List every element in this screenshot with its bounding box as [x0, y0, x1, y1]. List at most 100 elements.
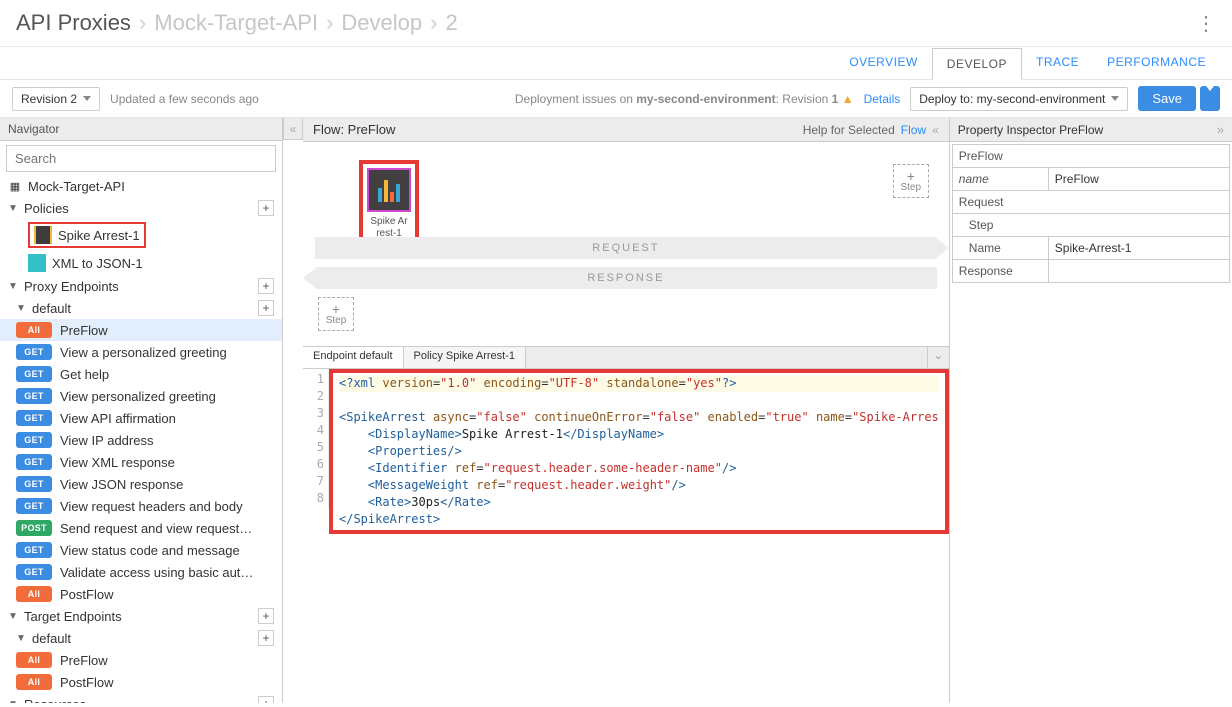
verb-badge: All	[16, 674, 52, 690]
flow-label: View status code and message	[60, 543, 240, 558]
add-policy-button[interactable]: +	[258, 200, 274, 216]
response-lane: RESPONSE	[315, 267, 937, 289]
warning-icon: ▲	[842, 92, 854, 106]
breadcrumb-section[interactable]: Develop	[341, 10, 422, 36]
code-tabs: Endpoint default Policy Spike Arrest-1 ⌄	[303, 347, 949, 369]
verb-badge: All	[16, 586, 52, 602]
verb-badge: GET	[16, 344, 52, 360]
verb-badge: GET	[16, 564, 52, 580]
flow-label: View personalized greeting	[60, 389, 216, 404]
top-bar: API Proxies › Mock-Target-API › Develop …	[0, 0, 1232, 47]
tab-performance[interactable]: PERFORMANCE	[1093, 47, 1220, 79]
flow-label: Send request and view request…	[60, 521, 252, 536]
verb-badge: GET	[16, 542, 52, 558]
add-target-flow-button[interactable]: +	[258, 630, 274, 646]
save-menu-button[interactable]	[1200, 86, 1220, 111]
verb-badge: POST	[16, 520, 52, 536]
flow-label: Validate access using basic aut…	[60, 565, 253, 580]
breadcrumb-proxy[interactable]: Mock-Target-API	[154, 10, 318, 36]
add-step-response[interactable]: +Step	[318, 297, 354, 331]
add-proxy-ep-button[interactable]: +	[258, 278, 274, 294]
spike-arrest-icon	[34, 226, 52, 244]
code-editor[interactable]: 12345678 <?xml version="1.0" encoding="U…	[303, 369, 949, 703]
navigator-search	[6, 145, 276, 172]
pi-step-name-value[interactable]: Spike-Arrest-1	[1049, 237, 1229, 259]
flow-item[interactable]: GET View a personalized greeting	[0, 341, 282, 363]
details-link[interactable]: Details	[864, 92, 901, 106]
navigator-header: Navigator	[0, 118, 282, 141]
save-button[interactable]: Save	[1138, 86, 1196, 111]
flow-label: PreFlow	[60, 653, 108, 668]
flow-item[interactable]: GETView JSON response	[0, 473, 282, 495]
property-inspector: Property Inspector PreFlow » PreFlow nam…	[950, 118, 1232, 703]
flow-item[interactable]: GET View IP address	[0, 429, 282, 451]
pi-name-value[interactable]: PreFlow	[1049, 168, 1229, 190]
verb-badge: GET	[16, 366, 52, 382]
action-row: Revision 2 Updated a few seconds ago Dep…	[0, 80, 1232, 118]
canvas-policy-spike[interactable]: Spike Ar rest-1	[359, 160, 419, 248]
add-step-request[interactable]: +Step	[893, 164, 929, 198]
verb-badge: GET	[16, 388, 52, 404]
policy-spike-arrest[interactable]: Spike Arrest-1	[0, 219, 282, 251]
code-more-icon[interactable]: ⌄	[927, 347, 949, 368]
tree-default[interactable]: ▼default +	[0, 297, 282, 319]
tree-target-endpoints[interactable]: ▼Target Endpoints +	[0, 605, 282, 627]
flow-item[interactable]: GET View request headers and body	[0, 495, 282, 517]
flow-label: PostFlow	[60, 675, 113, 690]
add-target-ep-button[interactable]: +	[258, 608, 274, 624]
flow-item[interactable]: GETView API affirmation	[0, 407, 282, 429]
tab-overview[interactable]: OVERVIEW	[835, 47, 931, 79]
revision-select[interactable]: Revision 2	[12, 87, 100, 111]
deploy-target-select[interactable]: Deploy to: my-second-environment	[910, 87, 1128, 111]
flow-label: View request headers and body	[60, 499, 243, 514]
flow-item[interactable]: All PostFlow	[0, 583, 282, 605]
flow-help-link[interactable]: Flow	[901, 123, 926, 137]
collapse-flow-icon[interactable]: «	[932, 123, 939, 137]
breadcrumb-root[interactable]: API Proxies	[16, 10, 131, 36]
tree-proxy-endpoints[interactable]: ▼Proxy Endpoints +	[0, 275, 282, 297]
verb-badge: GET	[16, 432, 52, 448]
navigator-panel: Navigator ▦ Mock-Target-API ▼Policies + …	[0, 118, 283, 703]
flow-label: View a personalized greeting	[60, 345, 227, 360]
flow-label: Get help	[60, 367, 109, 382]
tab-trace[interactable]: TRACE	[1022, 47, 1093, 79]
code-tab-endpoint[interactable]: Endpoint default	[303, 347, 404, 368]
flow-item[interactable]: GET View XML response	[0, 451, 282, 473]
flow-item[interactable]: All PostFlow	[0, 671, 282, 693]
flow-label: PreFlow	[60, 323, 108, 338]
flow-canvas[interactable]: Spike Ar rest-1 +Step REQUEST RESPONSE +…	[303, 142, 949, 347]
tree-target-default[interactable]: ▼default +	[0, 627, 282, 649]
flow-item[interactable]: POST Send request and view request…	[0, 517, 282, 539]
more-menu-icon[interactable]: ⋮	[1196, 11, 1216, 36]
expand-inspector-icon[interactable]: »	[1217, 122, 1224, 137]
flow-label: View XML response	[60, 455, 175, 470]
tab-develop[interactable]: DEVELOP	[932, 48, 1022, 80]
flow-item[interactable]: GET View personalized greeting	[0, 385, 282, 407]
breadcrumb-rev: 2	[445, 10, 457, 36]
verb-badge: GET	[16, 410, 52, 426]
verb-badge: GET	[16, 454, 52, 470]
add-resource-button[interactable]: +	[258, 696, 274, 703]
deploy-issues: Deployment issues on my-second-environme…	[515, 92, 854, 106]
tree-resources[interactable]: ▼Resources +	[0, 693, 282, 703]
flow-item[interactable]: AllPreFlow	[0, 649, 282, 671]
request-lane: REQUEST	[315, 237, 937, 259]
flow-label: PostFlow	[60, 587, 113, 602]
flow-item[interactable]: GET Validate access using basic aut…	[0, 561, 282, 583]
add-flow-button[interactable]: +	[258, 300, 274, 316]
policy-xml-json[interactable]: XML to JSON-1	[0, 251, 282, 275]
flow-item[interactable]: All PreFlow	[0, 319, 282, 341]
spike-bars-icon	[378, 178, 400, 202]
flow-item[interactable]: GET View status code and message	[0, 539, 282, 561]
search-input[interactable]	[6, 145, 276, 172]
collapse-nav-icon[interactable]: «	[283, 118, 303, 140]
code-tab-policy[interactable]: Policy Spike Arrest-1	[404, 347, 526, 368]
flow-label: View IP address	[60, 433, 153, 448]
flow-label: View JSON response	[60, 477, 183, 492]
verb-badge: All	[16, 322, 52, 338]
tree-policies[interactable]: ▼Policies +	[0, 197, 282, 219]
xml-json-icon	[28, 254, 46, 272]
flow-item[interactable]: GET Get help	[0, 363, 282, 385]
verb-badge: GET	[16, 498, 52, 514]
tree-root[interactable]: ▦ Mock-Target-API	[0, 176, 282, 197]
